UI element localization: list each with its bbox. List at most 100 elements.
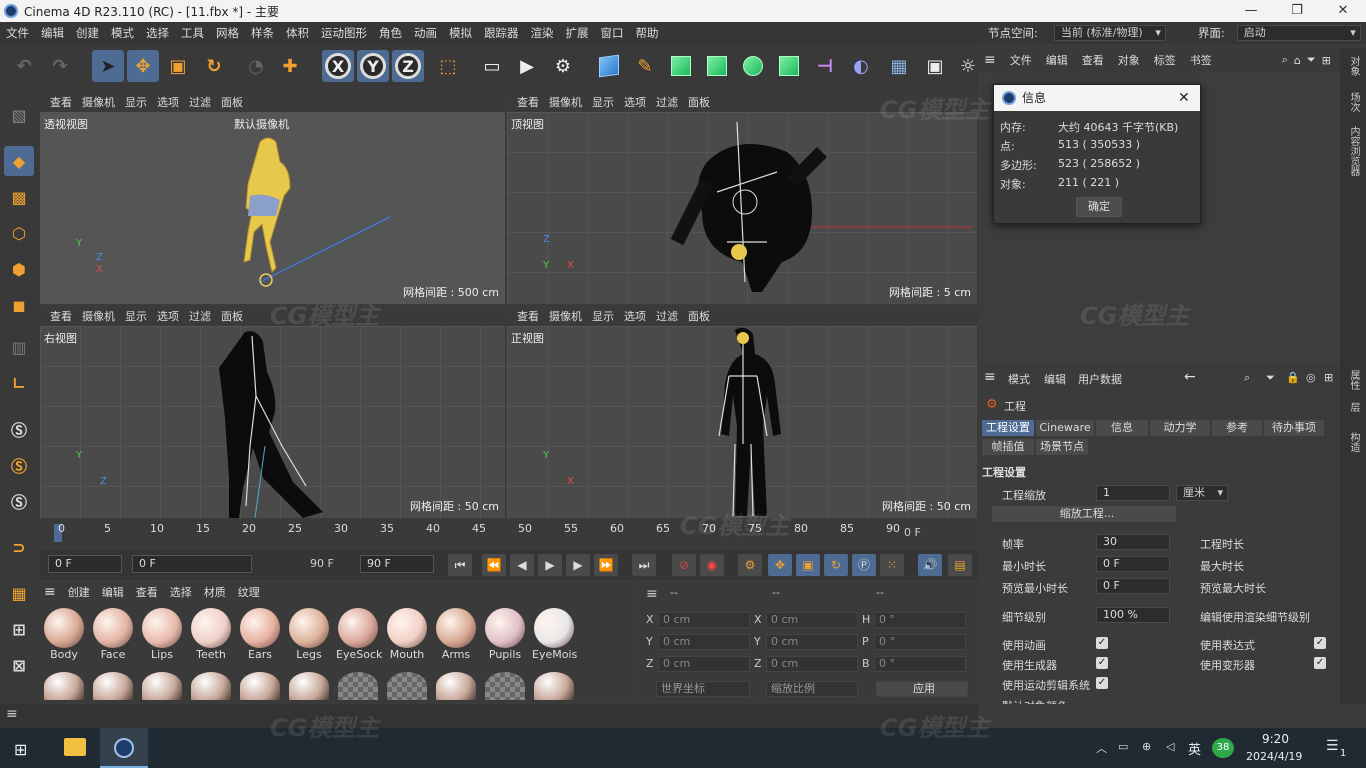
close-button[interactable]: ✕ [1320,0,1366,22]
material-item[interactable] [189,672,233,700]
cube-icon[interactable] [593,50,625,82]
viewport-right[interactable]: 查看 摄像机 显示 选项 过滤 面板 右视图 Y Z 网格间距 : 50 cm [40,306,505,518]
new-panel-icon[interactable]: ⊞ [1322,54,1331,67]
polygons-mode-icon[interactable]: ◼ [4,290,34,320]
layout-dropdown[interactable]: 启动 [1236,25,1361,41]
back-arrow-icon[interactable]: ← [1184,369,1196,385]
redo-icon[interactable]: ↷ [44,50,76,82]
cinema4d-taskbar-button[interactable] [100,728,148,768]
clock-date[interactable]: 2024/4/19 [1246,750,1302,763]
menu-display[interactable]: 显示 [125,94,147,110]
end-frame-field[interactable]: 90 F [360,555,434,573]
menu-panel[interactable]: 面板 [221,308,243,324]
pen-icon[interactable]: ✎ [629,50,661,82]
magnet-icon[interactable]: ⊃ [4,532,34,562]
range-start-field[interactable]: 0 F [132,555,252,573]
menu-texture[interactable]: 纹理 [238,584,260,600]
menu-edit[interactable]: 编辑 [1046,52,1068,68]
goto-end-icon[interactable]: ⏭ [632,554,656,576]
target-icon[interactable]: ◎ [1306,371,1316,384]
attr-tab[interactable]: 动力学 [1150,420,1210,436]
goto-start-icon[interactable]: ⏮ [448,554,472,576]
select-cursor-icon[interactable]: ➤ [92,50,124,82]
timeline-ruler[interactable]: 0 5 10 15 20 25 30 35 40 45 50 55 60 65 70 75 80 85 90 0 F [40,520,978,550]
menu-simulate[interactable]: 模拟 [443,25,478,41]
material-item[interactable] [385,672,429,700]
menu-filter[interactable]: 过滤 [189,308,211,324]
menu-panel[interactable]: 面板 [688,308,710,324]
key-rotation-icon[interactable]: ↻ [824,554,848,576]
clock-time[interactable]: 9:20 [1262,732,1289,746]
menu-mesh[interactable]: 网格 [210,25,245,41]
subdivision-icon[interactable] [665,50,697,82]
use-generators-checkbox[interactable]: ✓ [1096,657,1108,669]
coord-value-field[interactable]: 0 ° [874,612,966,628]
close-icon[interactable]: ✕ [1178,85,1190,111]
keyframe-settings-icon[interactable]: ⚙ [738,554,762,576]
menu-mode[interactable]: 模式 [1008,371,1030,387]
key-position-icon[interactable]: ✥ [768,554,792,576]
side-tab-structure[interactable]: 构造 [1346,432,1361,452]
min-time-field[interactable]: 0 F [1096,556,1170,572]
menu-mograph[interactable]: 运动图形 [315,25,373,41]
maximize-button[interactable]: ❐ [1274,0,1320,22]
snap-settings-icon[interactable]: Ⓢ [4,450,34,480]
key-scale-icon[interactable]: ▣ [796,554,820,576]
prev-frame-icon[interactable]: ◀ [510,554,534,576]
material-item[interactable]: Arms [434,608,478,661]
menu-character[interactable]: 角色 [373,25,408,41]
app-badge[interactable]: 38 [1212,738,1234,758]
material-item[interactable]: Body [42,608,86,661]
material-item[interactable] [336,672,380,700]
coord-value-field[interactable]: 0 cm [766,656,858,672]
material-item[interactable] [91,672,135,700]
network-icon[interactable]: ▭ [1118,740,1128,753]
material-item[interactable] [287,672,331,700]
menu-tags[interactable]: 标签 [1154,52,1176,68]
autokey-icon[interactable]: ◉ [700,554,724,576]
axis-z-icon[interactable]: Z [392,50,424,82]
menu-window[interactable]: 窗口 [595,25,630,41]
menu-panel[interactable]: 面板 [221,94,243,110]
material-item[interactable]: Teeth [189,608,233,661]
menu-view[interactable]: 查看 [50,308,72,324]
viewport-perspective[interactable]: 查看 摄像机 显示 选项 过滤 面板 透视视图 默认摄像机 Y Z X 网格间距… [40,92,505,304]
menu-options[interactable]: 选项 [624,94,646,110]
menu-view[interactable]: 查看 [1082,52,1104,68]
use-deformers-checkbox[interactable]: ✓ [1314,657,1326,669]
menu-view[interactable]: 查看 [517,94,539,110]
filter-icon[interactable]: ⏷ [1266,371,1275,385]
recent-tool-icon[interactable]: ◔ [240,50,272,82]
material-item[interactable] [238,672,282,700]
minimize-button[interactable]: — [1228,0,1274,22]
material-item[interactable]: Mouth [385,608,429,661]
hamburger-icon[interactable]: ≡ [984,369,996,385]
preview-min-field[interactable]: 0 F [1096,578,1170,594]
bend-deformer-icon[interactable]: ⊣ [809,50,841,82]
menu-options[interactable]: 选项 [157,94,179,110]
windows-start-icon[interactable]: ⊞ [14,740,27,759]
material-item[interactable]: Ears [238,608,282,661]
move-icon[interactable]: ✥ [127,50,159,82]
film-icon[interactable]: ▤ [948,554,972,576]
home-icon[interactable]: ⌂ [1294,54,1301,67]
menu-view[interactable]: 查看 [50,94,72,110]
render-view-icon[interactable]: ▭ [476,50,508,82]
menu-filter[interactable]: 过滤 [189,94,211,110]
apply-button[interactable]: 应用 [876,681,968,697]
menu-camera[interactable]: 摄像机 [549,308,582,324]
side-tab-objects[interactable]: 对象 [1346,56,1361,76]
menu-tracker[interactable]: 跟踪器 [478,25,525,41]
next-frame-icon[interactable]: ▶ [566,554,590,576]
menu-options[interactable]: 选项 [624,308,646,324]
search-icon[interactable]: ⌕ [1244,371,1250,385]
menu-bookmarks[interactable]: 书签 [1190,52,1212,68]
menu-create[interactable]: 创建 [70,25,105,41]
material-item[interactable]: EyeMois [532,608,577,661]
coordinate-system-icon[interactable]: ⬚ [432,50,464,82]
attr-tab[interactable]: 场景节点 [1036,439,1088,455]
scale-mode-dropdown[interactable]: 缩放比例 [766,681,858,697]
menu-display[interactable]: 显示 [592,94,614,110]
texture-mode-icon[interactable]: ▩ [4,182,34,212]
workplane-snap-icon[interactable]: Ⓢ [4,486,34,516]
